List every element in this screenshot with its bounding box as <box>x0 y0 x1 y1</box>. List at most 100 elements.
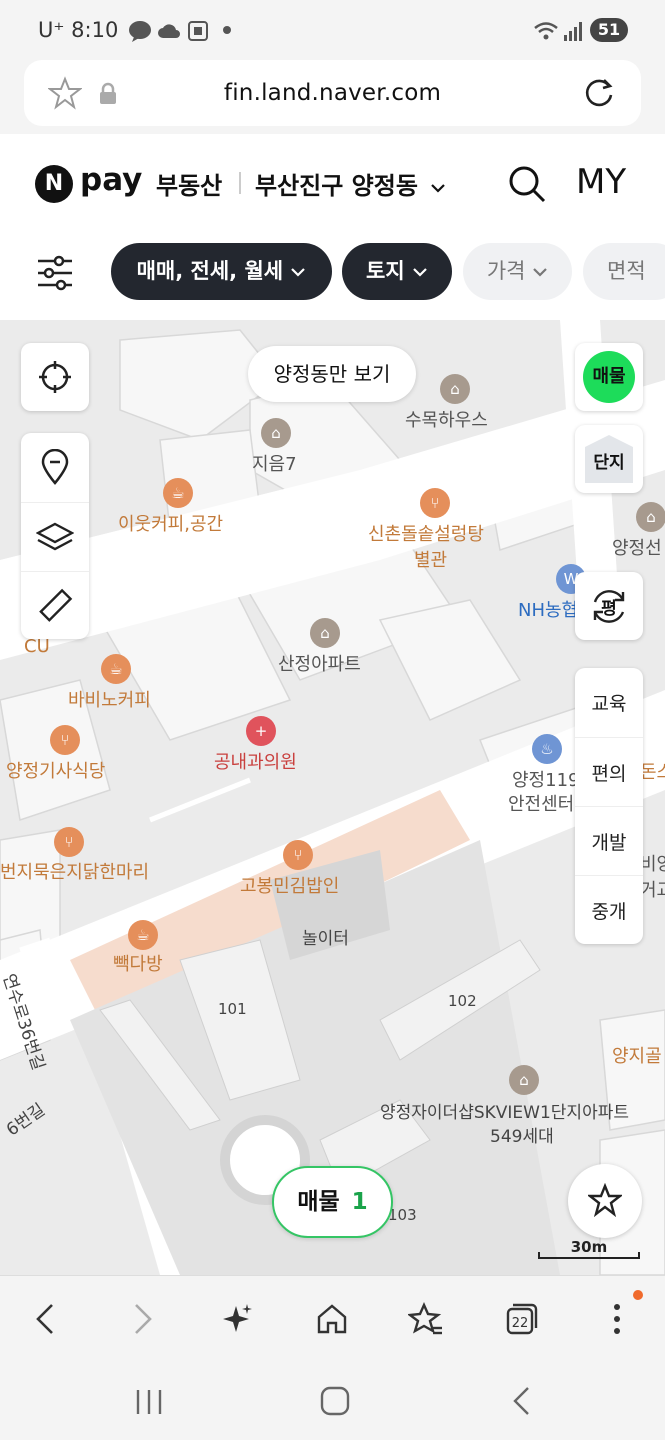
system-navigation-bar <box>0 1360 665 1440</box>
filter-area[interactable]: 면적 <box>583 243 665 300</box>
browser-toolbar: 22 <box>0 1275 665 1361</box>
distance-measure-button[interactable] <box>21 571 89 640</box>
pin-tool-button[interactable] <box>21 433 89 501</box>
layers-icon <box>36 522 74 551</box>
map-view[interactable]: ⌂ ⌂ ☕ ⑂ ⌂ W ⌂ ☕ + ⑂ ♨ ⑂ ⑂ ☕ ⌂ 수목하우스 지음7 … <box>0 320 665 1275</box>
restaurant-pin-icon[interactable]: ⑂ <box>420 488 450 518</box>
cafe-pin-icon[interactable]: ☕ <box>101 654 131 684</box>
bookmarks-button[interactable] <box>401 1294 451 1344</box>
poi-label[interactable]: 양정기사식당 <box>6 757 105 783</box>
region-label: 부산진구 양정동 <box>255 172 418 200</box>
home-button[interactable] <box>307 1294 357 1344</box>
poi-label[interactable]: NH농협 <box>518 596 578 622</box>
layer-development[interactable]: 개발 <box>575 806 643 875</box>
svg-text:22: 22 <box>512 1316 529 1331</box>
poi-label[interactable]: 양정자이더샵SKVIEW1단지아파트 <box>380 1098 629 1123</box>
building-pin-icon[interactable]: ⌂ <box>261 418 291 448</box>
locate-icon <box>39 361 71 393</box>
chevron-right-icon <box>135 1304 152 1334</box>
cafe-pin-icon[interactable]: ☕ <box>128 920 158 950</box>
poi-label[interactable]: 바비노커피 <box>68 686 151 712</box>
filter-property-type[interactable]: 토지 <box>342 243 452 300</box>
poi-label[interactable]: 이웃커피,공간 <box>118 510 223 536</box>
home-icon <box>317 1304 347 1334</box>
building-pin-icon[interactable]: ⌂ <box>636 502 665 532</box>
listing-count-value: 1 <box>351 1189 368 1215</box>
back-button[interactable] <box>20 1294 70 1344</box>
poi-label[interactable]: 돈스 <box>640 758 665 784</box>
poi-label[interactable]: 거교 <box>640 876 665 902</box>
ai-assist-button[interactable] <box>212 1294 262 1344</box>
layer-brokerage[interactable]: 중개 <box>575 875 643 944</box>
poi-label[interactable]: 수목하우스 <box>405 406 488 432</box>
filter-settings-icon[interactable] <box>36 254 74 292</box>
poi-label[interactable]: 빽다방 <box>113 950 163 976</box>
region-selector[interactable]: 부산진구 양정동 <box>255 166 446 201</box>
listing-toggle[interactable]: 매물 <box>575 343 643 411</box>
url-text[interactable]: fin.land.naver.com <box>24 80 641 106</box>
map-layer-panel: 교육 편의 개발 중개 <box>575 668 643 944</box>
hospital-pin-icon[interactable]: + <box>246 716 276 746</box>
tabs-button[interactable]: 22 <box>497 1294 547 1344</box>
favorite-button[interactable] <box>568 1164 642 1238</box>
wifi-icon <box>534 22 558 40</box>
my-menu-button[interactable]: MY <box>576 162 626 202</box>
sparkle-icon <box>223 1304 252 1332</box>
notification-dot <box>633 1290 643 1300</box>
poi-label[interactable]: 549세대 <box>490 1122 554 1147</box>
fire-station-pin-icon[interactable]: ♨ <box>532 734 562 764</box>
back-nav-icon[interactable] <box>510 1386 532 1416</box>
naver-n-logo[interactable]: N <box>35 165 73 203</box>
filter-trade-type-label: 매매, 전세, 월세 <box>136 259 284 283</box>
poi-label[interactable]: 비양 <box>640 850 665 876</box>
current-location-button[interactable] <box>21 343 89 411</box>
chevron-down-icon <box>431 184 446 193</box>
home-nav-icon[interactable] <box>320 1386 350 1416</box>
layer-education[interactable]: 교육 <box>575 668 643 736</box>
search-icon[interactable] <box>507 164 547 204</box>
filter-price[interactable]: 가격 <box>463 243 572 300</box>
poi-label[interactable]: 양지골 <box>612 1042 662 1068</box>
chevron-down-icon <box>533 268 547 277</box>
poi-label[interactable]: 산정아파트 <box>278 650 361 676</box>
restaurant-pin-icon[interactable]: ⑂ <box>283 840 313 870</box>
poi-label[interactable]: 지음7 <box>252 450 297 476</box>
signal-icon <box>564 22 582 41</box>
listing-count-button[interactable]: 매물 1 <box>272 1166 393 1238</box>
chevron-down-icon <box>413 268 427 277</box>
building-pin-icon[interactable]: ⌂ <box>509 1065 539 1095</box>
only-region-button[interactable]: 양정동만 보기 <box>248 346 416 402</box>
chevron-down-icon <box>291 268 306 277</box>
recent-apps-icon[interactable] <box>134 1388 164 1416</box>
service-name[interactable]: 부동산 <box>156 166 222 201</box>
poi-label[interactable]: 신촌돌솥설렁탕 <box>368 520 484 546</box>
poi-label[interactable]: 양정119 <box>512 766 579 792</box>
map-tools-panel <box>21 433 89 639</box>
status-bar: U⁺ 8:10 51 <box>0 0 665 60</box>
building-pin-icon[interactable]: ⌂ <box>310 618 340 648</box>
layers-button[interactable] <box>21 502 89 571</box>
poi-label[interactable]: 양정선 <box>612 534 662 560</box>
poi-label[interactable]: 고봉민김밥인 <box>240 872 339 898</box>
unit-pyeong-toggle[interactable]: 평 <box>575 572 643 640</box>
cafe-pin-icon[interactable]: ☕ <box>163 478 193 508</box>
pay-logo[interactable]: pay <box>80 162 142 198</box>
restaurant-pin-icon[interactable]: ⑂ <box>54 827 84 857</box>
poi-label[interactable]: 번지묵은지닭한마리 <box>0 858 149 884</box>
layer-convenience[interactable]: 편의 <box>575 737 643 806</box>
battery-indicator: 51 <box>590 18 628 42</box>
poi-label[interactable]: 공내과의원 <box>214 748 297 774</box>
filter-trade-type[interactable]: 매매, 전세, 월세 <box>111 243 332 300</box>
restaurant-pin-icon[interactable]: ⑂ <box>50 725 80 755</box>
poi-label[interactable]: 안전센터 <box>508 790 574 816</box>
more-menu-button[interactable] <box>592 1294 642 1344</box>
reload-icon[interactable] <box>582 76 616 110</box>
poi-label[interactable]: 별관 <box>414 546 447 572</box>
building-pin-icon[interactable]: ⌂ <box>440 374 470 404</box>
bookmarks-star-icon <box>408 1302 442 1335</box>
building-number: 101 <box>218 1000 247 1018</box>
forward-button[interactable] <box>118 1294 168 1344</box>
poi-label[interactable]: 놀이터 <box>302 924 349 949</box>
address-bar[interactable]: fin.land.naver.com <box>24 60 641 126</box>
complex-toggle[interactable]: 단지 <box>575 425 643 493</box>
